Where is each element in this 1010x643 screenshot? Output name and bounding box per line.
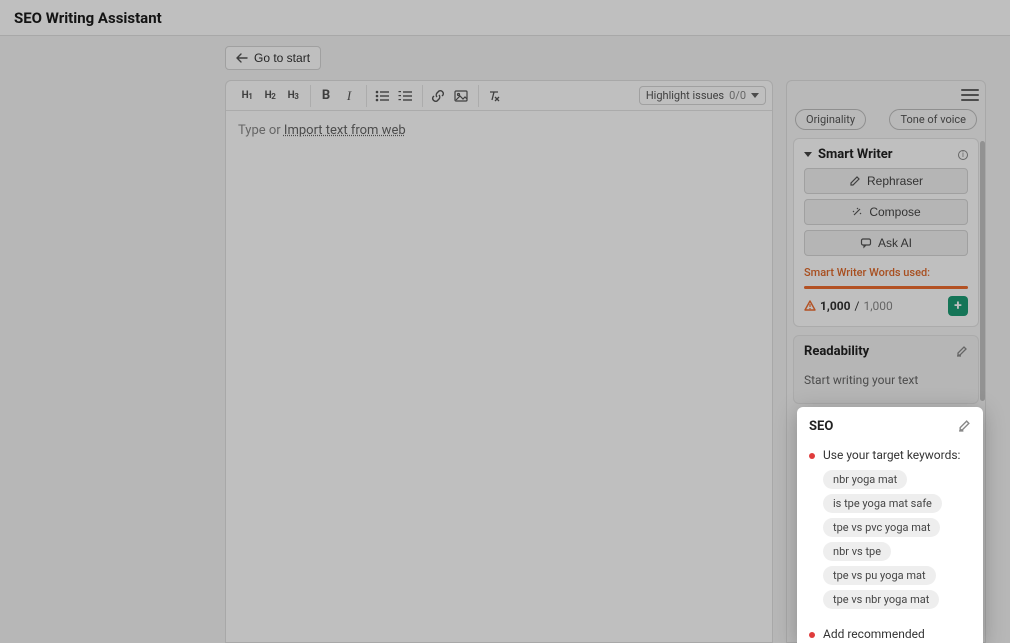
keyword-chip[interactable]: is tpe yoga mat safe <box>823 494 942 513</box>
warning-icon <box>804 300 816 312</box>
page-title: SEO Writing Assistant <box>14 9 162 27</box>
keyword-chip[interactable]: tpe vs pvc yoga mat <box>823 518 940 537</box>
image-button[interactable] <box>450 85 472 107</box>
edit-icon[interactable] <box>956 345 968 357</box>
go-to-start-label: Go to start <box>254 51 310 65</box>
seo-target-section: Use your target keywords: nbr yoga mat i… <box>809 448 971 609</box>
insert-group <box>422 85 476 107</box>
compose-button[interactable]: Compose <box>804 199 968 225</box>
chevron-down-icon <box>751 93 759 98</box>
keyword-chip[interactable]: tpe vs pu yoga mat <box>823 566 936 585</box>
arrow-left-icon <box>236 53 248 63</box>
wand-icon <box>851 206 863 218</box>
highlight-issues-label: Highlight issues <box>646 89 724 102</box>
keyword-chip[interactable]: nbr vs tpe <box>823 542 891 561</box>
originality-pill[interactable]: Originality <box>795 109 866 130</box>
keyword-list: nbr yoga mat is tpe yoga mat safe tpe vs… <box>823 470 971 609</box>
ask-ai-label: Ask AI <box>878 236 912 250</box>
usage-label: Smart Writer Words used: <box>804 266 968 279</box>
bold-button[interactable]: B <box>315 85 337 107</box>
editor-body[interactable]: Type or Import text from web <box>226 111 772 642</box>
heading-group: H1 H2 H3 <box>232 85 308 107</box>
tone-pill[interactable]: Tone of voice <box>889 109 977 130</box>
highlight-issues-toggle[interactable]: Highlight issues 0/0 <box>639 86 766 105</box>
app-header: SEO Writing Assistant <box>0 0 1010 36</box>
total-value: 1,000 <box>863 299 892 313</box>
info-icon[interactable]: i <box>958 150 968 160</box>
rephraser-label: Rephraser <box>867 174 923 188</box>
link-button[interactable] <box>427 85 449 107</box>
seo-card: SEO Use your target keywords: nbr yoga m… <box>797 407 983 643</box>
smart-writer-title: Smart Writer <box>818 147 893 162</box>
seo-title: SEO <box>809 419 971 434</box>
add-words-button[interactable]: + <box>948 296 968 316</box>
editor-toolbar: H1 H2 H3 B I <box>226 81 772 111</box>
smart-writer-card: Smart Writer i Rephraser Compose Ask AI <box>793 138 979 327</box>
readability-title: Readability <box>804 344 968 359</box>
edit-icon <box>849 175 861 187</box>
rephraser-button[interactable]: Rephraser <box>804 168 968 194</box>
bullet-list-button[interactable] <box>371 85 393 107</box>
style-group: B I <box>310 85 364 107</box>
editor-placeholder-prefix: Type or <box>238 123 284 138</box>
seo-recommend-label: Add recommended keywords: <box>823 627 971 643</box>
used-value: 1,000 <box>820 299 851 313</box>
edit-icon[interactable] <box>958 419 971 432</box>
chat-icon <box>860 237 872 249</box>
keyword-chip[interactable]: nbr yoga mat <box>823 470 907 489</box>
status-dot-icon <box>809 632 815 638</box>
seo-recommend-section: Add recommended keywords: <box>809 627 971 643</box>
compose-label: Compose <box>869 205 920 219</box>
usage-count: 1,000/1,000 <box>804 299 893 313</box>
italic-button[interactable]: I <box>338 85 360 107</box>
scrollbar[interactable] <box>980 141 985 401</box>
editor-panel: H1 H2 H3 B I <box>225 80 773 643</box>
collapse-toggle[interactable] <box>804 152 812 157</box>
h3-button[interactable]: H3 <box>282 85 304 107</box>
highlight-issues-count: 0/0 <box>729 89 746 102</box>
readability-card: Readability Start writing your text <box>793 335 979 404</box>
import-text-link[interactable]: Import text from web <box>284 123 406 138</box>
pill-row: Originality Tone of voice <box>787 109 985 138</box>
readability-body: Start writing your text <box>804 373 968 387</box>
clear-group <box>478 85 509 107</box>
usage-bar <box>804 286 968 289</box>
sidebar-top <box>787 81 985 109</box>
h1-button[interactable]: H1 <box>236 85 258 107</box>
list-group <box>366 85 420 107</box>
go-to-start-button[interactable]: Go to start <box>225 46 321 70</box>
status-dot-icon <box>809 453 815 459</box>
seo-target-label: Use your target keywords: <box>823 448 960 462</box>
keyword-chip[interactable]: tpe vs nbr yoga mat <box>823 590 939 609</box>
h2-button[interactable]: H2 <box>259 85 281 107</box>
clear-format-button[interactable] <box>483 85 505 107</box>
numbered-list-button[interactable] <box>394 85 416 107</box>
menu-icon[interactable] <box>961 86 979 104</box>
ask-ai-button[interactable]: Ask AI <box>804 230 968 256</box>
